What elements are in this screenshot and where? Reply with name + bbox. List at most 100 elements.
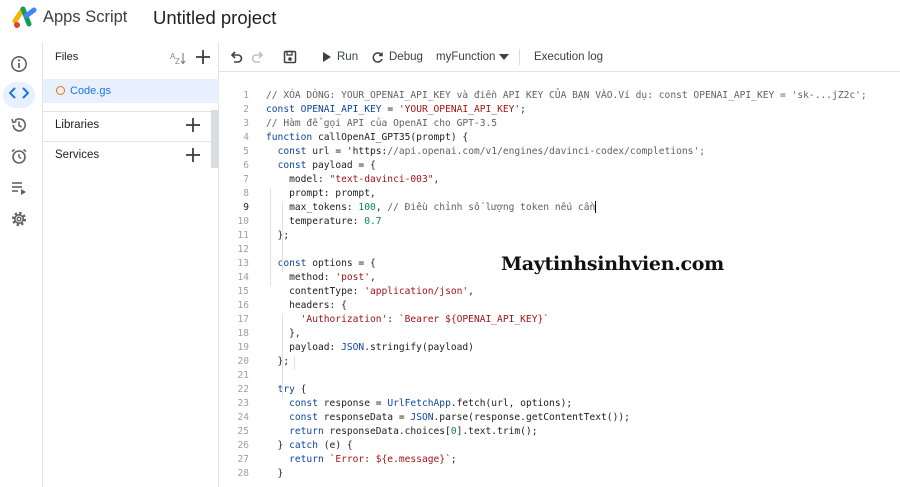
debug-button[interactable]: Debug (371, 48, 423, 66)
debug-icon (371, 51, 384, 64)
executions-button[interactable] (7, 178, 31, 202)
code-line[interactable]: const payload = { (266, 159, 900, 173)
overview-button[interactable] (7, 54, 31, 78)
line-number: 6 (243, 160, 249, 171)
code-line[interactable]: function callOpenAI_GPT35(prompt) { (266, 131, 900, 145)
alarm-icon (10, 147, 28, 170)
code-line[interactable] (266, 369, 900, 383)
indent-guide (270, 188, 271, 286)
line-number: 19 (237, 342, 249, 353)
function-select[interactable]: myFunction (436, 48, 510, 66)
services-section[interactable]: Services (43, 141, 211, 167)
files-panel: Files AZ Code.gs Libraries Services (43, 42, 219, 487)
line-number: 13 (237, 258, 249, 269)
code-line[interactable]: const OPENAI_API_KEY = 'YOUR_OPENAI_API_… (266, 103, 900, 117)
executions-icon (10, 179, 28, 202)
code-line[interactable]: // Hàm để gọi API của OpenAI cho GPT-3.5 (266, 117, 900, 131)
services-label: Services (55, 149, 100, 161)
line-number: 4 (243, 132, 249, 143)
code-line[interactable]: // XÓA DÒNG: YOUR_OPENAI_API_KEY và điền… (266, 89, 900, 103)
line-number: 5 (243, 146, 249, 157)
line-number: 23 (237, 398, 249, 409)
libraries-label: Libraries (55, 119, 100, 131)
line-number: 11 (237, 230, 249, 241)
add-library-plus-icon[interactable] (184, 116, 202, 134)
apps-script-logo[interactable] (12, 6, 38, 30)
debug-label: Debug (389, 51, 423, 63)
execution-log-button[interactable]: Execution log (534, 48, 603, 66)
project-history-button[interactable] (7, 115, 31, 139)
line-number: 7 (243, 174, 249, 185)
editor-toolbar: Run Debug myFunction Execution log (219, 42, 900, 72)
code-line[interactable]: contentType: 'application/json', (266, 285, 900, 299)
code-line[interactable]: const response = UrlFetchApp.fetch(url, … (266, 397, 900, 411)
code-line[interactable]: const responseData = JSON.parse(response… (266, 411, 900, 425)
code-line[interactable]: try { (266, 383, 900, 397)
line-number: 20 (237, 356, 249, 367)
code-line[interactable]: } (266, 467, 900, 481)
code-line[interactable]: return responseData.choices[0].text.trim… (266, 425, 900, 439)
redo-icon (251, 50, 265, 64)
files-title: Files (55, 51, 79, 63)
sort-az-icon[interactable]: AZ (170, 51, 186, 66)
run-button[interactable]: Run (322, 48, 358, 66)
editor-button[interactable] (3, 82, 35, 108)
watermark: Maytinhsinhvien.com (501, 253, 724, 275)
line-number: 18 (237, 328, 249, 339)
code-line[interactable]: 'Authorization': `Bearer ${OPENAI_API_KE… (266, 313, 900, 327)
file-name: Code.gs (70, 85, 111, 97)
add-file-plus-icon[interactable] (194, 48, 212, 66)
files-header: Files AZ (43, 42, 219, 72)
info-icon (10, 55, 28, 78)
code-line[interactable]: } catch (e) { (266, 439, 900, 453)
line-number: 2 (243, 104, 249, 115)
line-number: 15 (237, 286, 249, 297)
code-line[interactable]: const url = 'https://api.openai.com/v1/e… (266, 145, 900, 159)
code-line[interactable]: return `Error: ${e.message}`; (266, 453, 900, 467)
line-number: 9 (243, 202, 249, 213)
add-service-plus-icon[interactable] (184, 146, 202, 164)
line-number: 12 (237, 244, 249, 255)
code-lines[interactable]: // XÓA DÒNG: YOUR_OPENAI_API_KEY và điền… (266, 89, 900, 481)
project-settings-button[interactable] (7, 209, 31, 233)
line-number: 16 (237, 300, 249, 311)
gear-icon (10, 210, 28, 233)
triggers-button[interactable] (7, 146, 31, 170)
save-button[interactable] (283, 48, 297, 66)
code-line[interactable]: headers: { (266, 299, 900, 313)
file-item-code-gs[interactable]: Code.gs (43, 79, 219, 103)
libraries-section[interactable]: Libraries (43, 111, 211, 137)
code-line[interactable]: temperature: 0.7 (266, 215, 900, 229)
files-panel-scrollbar[interactable] (211, 110, 219, 168)
line-number: 8 (243, 188, 249, 199)
project-title[interactable]: Untitled project (153, 7, 276, 29)
line-number: 1 (243, 90, 249, 101)
line-number: 3 (243, 118, 249, 129)
run-label: Run (337, 51, 359, 63)
line-number: 21 (237, 370, 249, 381)
code-line[interactable]: max_tokens: 100, // Điều chỉnh số lượng … (266, 201, 900, 215)
code-line[interactable]: }, (266, 327, 900, 341)
app-header: Apps Script Untitled project (0, 0, 900, 42)
line-number: 14 (237, 272, 249, 283)
code-area[interactable]: 1 2 3 4 5 6 7 8 9 10 11 12 13 14 15 16 17 18 19 20 21 22 23 24 2… (219, 72, 900, 487)
file-status-dot-icon (56, 86, 65, 95)
undo-button[interactable] (229, 48, 243, 66)
svg-text:Z: Z (175, 57, 180, 65)
line-number-gutter: 1 2 3 4 5 6 7 8 9 10 11 12 13 14 15 16 17 18 19 20 21 22 23 24 2… (219, 89, 249, 481)
line-number: 27 (237, 454, 249, 465)
toolbar-divider (519, 49, 520, 65)
code-line[interactable]: payload: JSON.stringify(payload) (266, 341, 900, 355)
code-line[interactable]: }; (266, 229, 900, 243)
redo-button[interactable] (251, 48, 265, 66)
code-line[interactable]: model: "text-davinci-003", (266, 173, 900, 187)
line-number: 22 (237, 384, 249, 395)
save-icon (283, 50, 297, 64)
code-line[interactable]: prompt: prompt, (266, 187, 900, 201)
code-line[interactable]: }; (266, 355, 900, 369)
line-number: 28 (237, 468, 249, 479)
app-name: Apps Script (43, 8, 128, 26)
line-number: 17 (237, 314, 249, 325)
code-icon (8, 86, 30, 105)
indent-guide (294, 356, 295, 370)
